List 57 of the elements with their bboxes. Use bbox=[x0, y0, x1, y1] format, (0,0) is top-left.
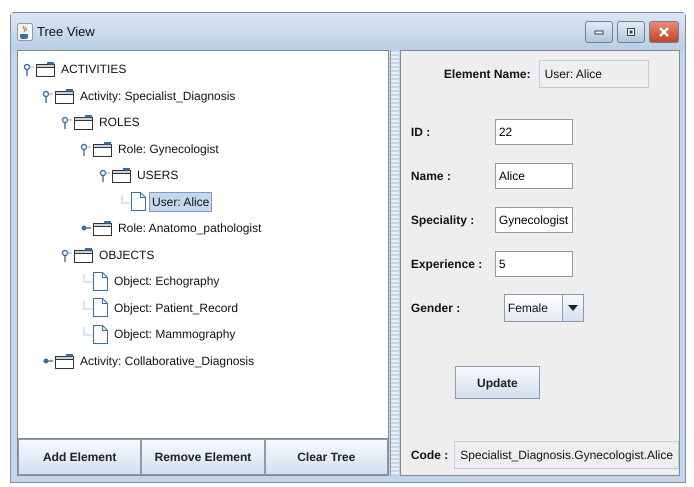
input-field[interactable]: Alice bbox=[494, 163, 573, 189]
close-button[interactable] bbox=[649, 20, 679, 42]
update-button[interactable]: Update bbox=[454, 366, 540, 399]
document-icon bbox=[93, 298, 108, 318]
expanded-handle-icon[interactable] bbox=[22, 62, 36, 76]
dropdown-arrow-icon bbox=[568, 305, 578, 311]
folder-icon bbox=[93, 220, 112, 236]
tree-node[interactable]: Activity: Collaborative_Diagnosis bbox=[77, 350, 258, 371]
cup-icon bbox=[17, 22, 33, 40]
minimize-button[interactable] bbox=[585, 20, 613, 42]
folder-icon bbox=[36, 61, 55, 78]
tree-node[interactable]: OBJECTS bbox=[96, 244, 158, 265]
window-title: Tree View bbox=[37, 24, 95, 39]
tree-node[interactable]: Object: Mammography bbox=[111, 324, 238, 344]
element-name-field: User: Alice bbox=[538, 60, 649, 88]
folder-icon bbox=[55, 352, 74, 369]
expanded-handle-icon[interactable] bbox=[60, 248, 74, 262]
input-field[interactable]: Gynecologist bbox=[494, 207, 573, 233]
field-label: Element Name: bbox=[444, 67, 531, 81]
document-icon bbox=[93, 324, 108, 344]
input-field[interactable]: 5 bbox=[494, 251, 573, 277]
folder-icon bbox=[93, 140, 112, 157]
tree-node[interactable]: ROLES bbox=[96, 112, 143, 132]
close-icon bbox=[658, 26, 670, 38]
tree-node[interactable]: Object: Echography bbox=[111, 271, 222, 292]
tree-node[interactable]: ACTIVITIES bbox=[58, 59, 130, 80]
field-label: Gender : bbox=[410, 301, 462, 315]
tree-node[interactable]: Role: Gynecologist bbox=[115, 138, 222, 159]
action-button[interactable]: Add Element bbox=[18, 439, 142, 475]
action-button[interactable]: Clear Tree bbox=[264, 439, 388, 475]
maximize-button[interactable] bbox=[617, 20, 645, 42]
folder-icon bbox=[55, 88, 74, 104]
dropdown[interactable]: Female bbox=[504, 294, 584, 322]
expanded-handle-icon[interactable] bbox=[98, 168, 112, 182]
folder-icon bbox=[112, 167, 131, 184]
tree-node[interactable]: Object: Patient_Record bbox=[111, 298, 242, 318]
document-icon bbox=[131, 192, 146, 212]
expanded-handle-icon[interactable] bbox=[60, 115, 74, 130]
tree-node[interactable]: User: Alice bbox=[149, 192, 212, 212]
expanded-handle-icon[interactable] bbox=[41, 88, 55, 103]
input-field[interactable]: 22 bbox=[494, 119, 573, 145]
field-label: Experience : bbox=[410, 257, 484, 271]
action-button[interactable]: Remove Element bbox=[141, 439, 265, 475]
field-label: Code : bbox=[410, 448, 448, 462]
maximize-icon bbox=[626, 26, 636, 36]
folder-icon bbox=[74, 246, 93, 263]
folder-icon bbox=[74, 114, 93, 130]
tree-node[interactable]: Role: Anatomo_pathologist bbox=[115, 218, 264, 238]
tree-node[interactable]: Activity: Specialist_Diagnosis bbox=[77, 86, 238, 106]
field-label: ID : bbox=[410, 125, 432, 139]
code-field: Specialist_Diagnosis.Gynecologist.Alice bbox=[454, 441, 679, 469]
expanded-handle-icon[interactable] bbox=[79, 142, 93, 156]
document-icon bbox=[93, 272, 108, 291]
field-label: Name : bbox=[410, 169, 452, 183]
field-label: Speciality : bbox=[410, 213, 476, 227]
tree-node[interactable]: USERS bbox=[134, 165, 182, 186]
minimize-icon bbox=[594, 28, 604, 34]
